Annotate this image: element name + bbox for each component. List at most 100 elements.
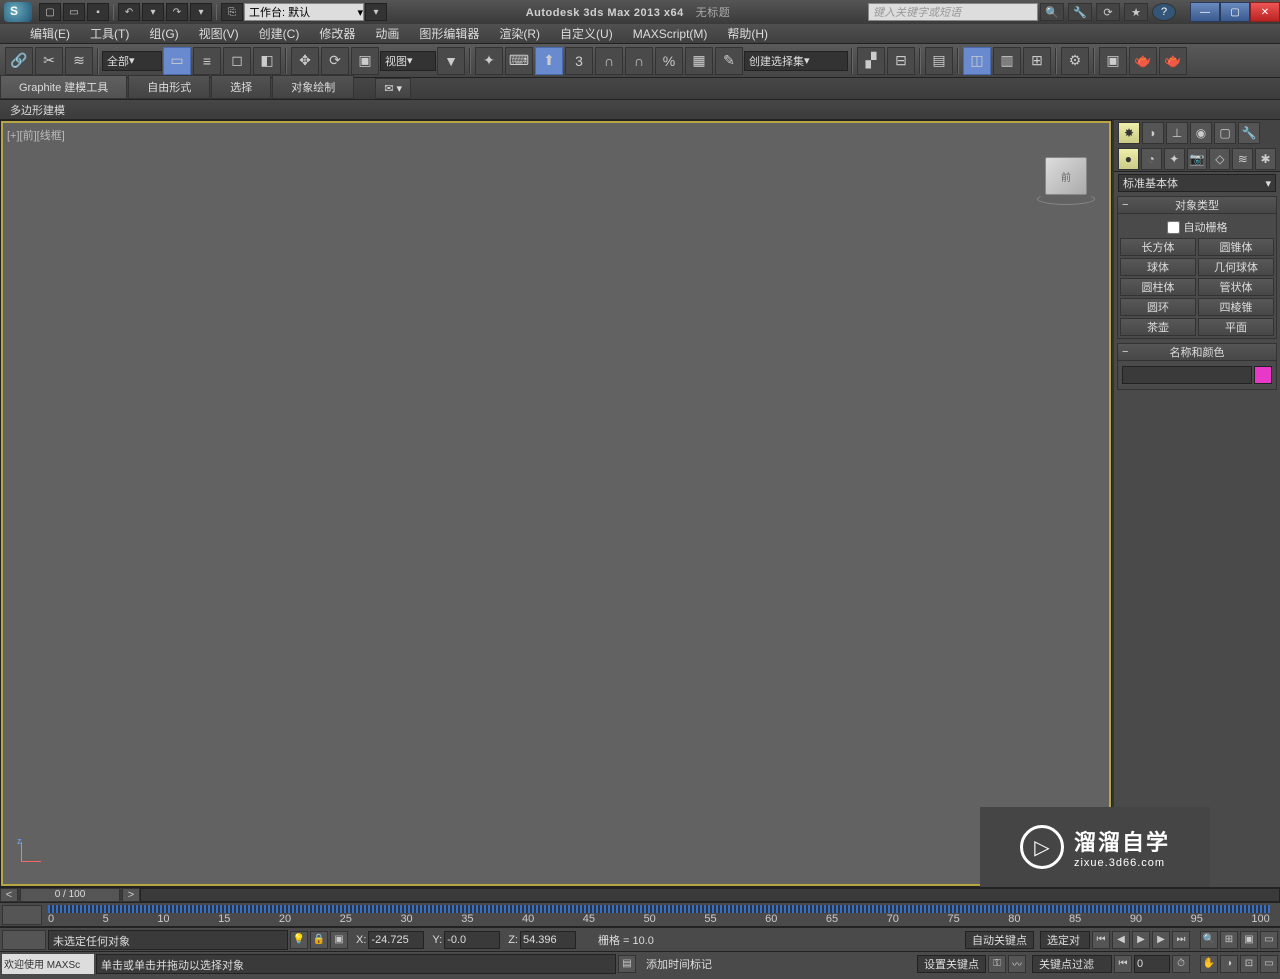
- favorites-icon[interactable]: ★: [1124, 3, 1148, 21]
- move-icon[interactable]: ✥: [291, 47, 319, 75]
- primitive-category-dropdown[interactable]: 标准基本体▾: [1118, 174, 1276, 192]
- teapot-button[interactable]: 茶壶: [1120, 318, 1196, 336]
- autogrid-checkbox[interactable]: [1167, 221, 1180, 234]
- maximize-button[interactable]: ▢: [1220, 2, 1250, 22]
- workspace-more-icon[interactable]: ▾: [365, 3, 387, 21]
- viewport-front[interactable]: [+][前][线框] 前 z: [1, 121, 1111, 886]
- systems-icon[interactable]: ✱: [1255, 148, 1276, 170]
- workspace-dropdown[interactable]: 工作台: 默认▾: [244, 3, 364, 21]
- ribbon-tab-paint[interactable]: 对象绘制: [272, 75, 354, 99]
- ribbon-tab-selection[interactable]: 选择: [211, 75, 271, 99]
- time-config-icon[interactable]: ⏱: [1172, 955, 1190, 973]
- open-icon[interactable]: ▭: [63, 3, 85, 21]
- menu-grapheditors[interactable]: 图形编辑器: [409, 23, 489, 44]
- current-frame-input[interactable]: [1134, 955, 1170, 973]
- close-button[interactable]: ✕: [1250, 2, 1280, 22]
- render-iter-icon[interactable]: 🫖: [1159, 47, 1187, 75]
- z-input[interactable]: [520, 931, 576, 949]
- helpers-icon[interactable]: ◇: [1209, 148, 1230, 170]
- manipulate-icon[interactable]: ✦: [475, 47, 503, 75]
- menu-edit[interactable]: 编辑(E): [20, 23, 80, 44]
- menu-views[interactable]: 视图(V): [189, 23, 249, 44]
- time-slider[interactable]: 0 / 100: [20, 888, 120, 902]
- link-icon[interactable]: 🔗: [5, 47, 33, 75]
- selection-set-dd[interactable]: 选定对: [1040, 931, 1090, 949]
- undo-icon[interactable]: ↶: [118, 3, 140, 21]
- play-icon[interactable]: ▶: [1132, 931, 1150, 949]
- geosphere-button[interactable]: 几何球体: [1198, 258, 1274, 276]
- sphere-button[interactable]: 球体: [1120, 258, 1196, 276]
- snap-toggle-icon[interactable]: ⬆: [535, 47, 563, 75]
- align-icon[interactable]: ⊟: [887, 47, 915, 75]
- ribbon-tab-graphite[interactable]: Graphite 建模工具: [0, 75, 127, 99]
- link-icon[interactable]: ⎘: [221, 3, 243, 21]
- goto-start-icon[interactable]: ⏮: [1092, 931, 1110, 949]
- timeline-handle[interactable]: [2, 905, 42, 925]
- add-time-tag[interactable]: 添加时间标记: [646, 956, 712, 972]
- shapes-icon[interactable]: ◔: [1141, 148, 1162, 170]
- pivot-center-icon[interactable]: ▼: [437, 47, 465, 75]
- menu-tools[interactable]: 工具(T): [80, 23, 139, 44]
- window-crossing-icon[interactable]: ◧: [253, 47, 281, 75]
- lights-icon[interactable]: ✦: [1164, 148, 1185, 170]
- goto-end-icon[interactable]: ⏭: [1172, 931, 1190, 949]
- menu-modifiers[interactable]: 修改器: [309, 23, 365, 44]
- key-icon[interactable]: ⚿: [988, 955, 1006, 973]
- menu-group[interactable]: 组(G): [139, 23, 188, 44]
- help-icon[interactable]: ?: [1152, 3, 1176, 21]
- cylinder-button[interactable]: 圆柱体: [1120, 278, 1196, 296]
- unlink-icon[interactable]: ✂: [35, 47, 63, 75]
- bulb-icon[interactable]: 💡: [290, 931, 308, 949]
- script-icon[interactable]: ▤: [618, 955, 636, 973]
- viewcube-compass[interactable]: [1037, 193, 1095, 205]
- time-slider-track[interactable]: [140, 888, 1280, 902]
- render-frame-icon[interactable]: ▣: [1099, 47, 1127, 75]
- select-by-name-icon[interactable]: ≡: [193, 47, 221, 75]
- material-editor-icon[interactable]: ⊞: [1023, 47, 1051, 75]
- spacewarps-icon[interactable]: ≋: [1232, 148, 1253, 170]
- save-icon[interactable]: ▪: [87, 3, 109, 21]
- cameras-icon[interactable]: 📷: [1187, 148, 1208, 170]
- curve-editor-icon[interactable]: ◫: [963, 47, 991, 75]
- y-input[interactable]: [444, 931, 500, 949]
- maximize-viewport-icon[interactable]: ⊡: [1240, 955, 1258, 973]
- next-frame-icon[interactable]: ▶: [1152, 931, 1170, 949]
- edit-named-sel-icon[interactable]: ▦: [685, 47, 713, 75]
- lock-icon[interactable]: 🔒: [310, 931, 328, 949]
- percent-icon[interactable]: %: [655, 47, 683, 75]
- min-max-toggle-icon[interactable]: ▭: [1260, 955, 1278, 973]
- mirror-icon[interactable]: ▞: [857, 47, 885, 75]
- torus-button[interactable]: 圆环: [1120, 298, 1196, 316]
- timeline-ruler[interactable]: 0510152025303540455055606570758085909510…: [0, 903, 1280, 927]
- ribbon-poly-label[interactable]: 多边形建模: [10, 102, 65, 118]
- app-menu-icon[interactable]: [4, 2, 32, 22]
- search-icon[interactable]: 🔍: [1040, 3, 1064, 21]
- angle-snap-icon[interactable]: 3: [565, 47, 593, 75]
- menu-help[interactable]: 帮助(H): [717, 23, 778, 44]
- named-selection-dropdown[interactable]: 创建选择集 ▾: [744, 51, 848, 71]
- rollout-header-name-color[interactable]: −名称和颜色: [1118, 344, 1276, 361]
- minimize-button[interactable]: —: [1190, 2, 1220, 22]
- new-icon[interactable]: ▢: [39, 3, 61, 21]
- rollout-header-obj-type[interactable]: −对象类型: [1118, 197, 1276, 214]
- percent-snap-icon[interactable]: ∩: [595, 47, 623, 75]
- cone-button[interactable]: 圆锥体: [1198, 238, 1274, 256]
- menu-create[interactable]: 创建(C): [249, 23, 310, 44]
- keyboard-shortcut-icon[interactable]: ⌨: [505, 47, 533, 75]
- hierarchy-tab-icon[interactable]: ⊥: [1166, 122, 1188, 144]
- viewport-label[interactable]: [+][前][线框]: [7, 127, 65, 143]
- menu-rendering[interactable]: 渲染(R): [489, 23, 550, 44]
- select-region-rect-icon[interactable]: ◻: [223, 47, 251, 75]
- tube-button[interactable]: 管状体: [1198, 278, 1274, 296]
- isolate-icon[interactable]: ▣: [330, 931, 348, 949]
- x-input[interactable]: [368, 931, 424, 949]
- zoom-all-icon[interactable]: ⊞: [1220, 931, 1238, 949]
- zoom-icon[interactable]: 🔍: [1200, 931, 1218, 949]
- layers-icon[interactable]: ▤: [925, 47, 953, 75]
- geometry-icon[interactable]: ●: [1118, 148, 1139, 170]
- pan-icon[interactable]: ✋: [1200, 955, 1218, 973]
- display-tab-icon[interactable]: ▢: [1214, 122, 1236, 144]
- subscription-icon[interactable]: ⟳: [1096, 3, 1120, 21]
- menu-maxscript[interactable]: MAXScript(M): [623, 25, 718, 43]
- time-slider-next[interactable]: >: [122, 888, 140, 902]
